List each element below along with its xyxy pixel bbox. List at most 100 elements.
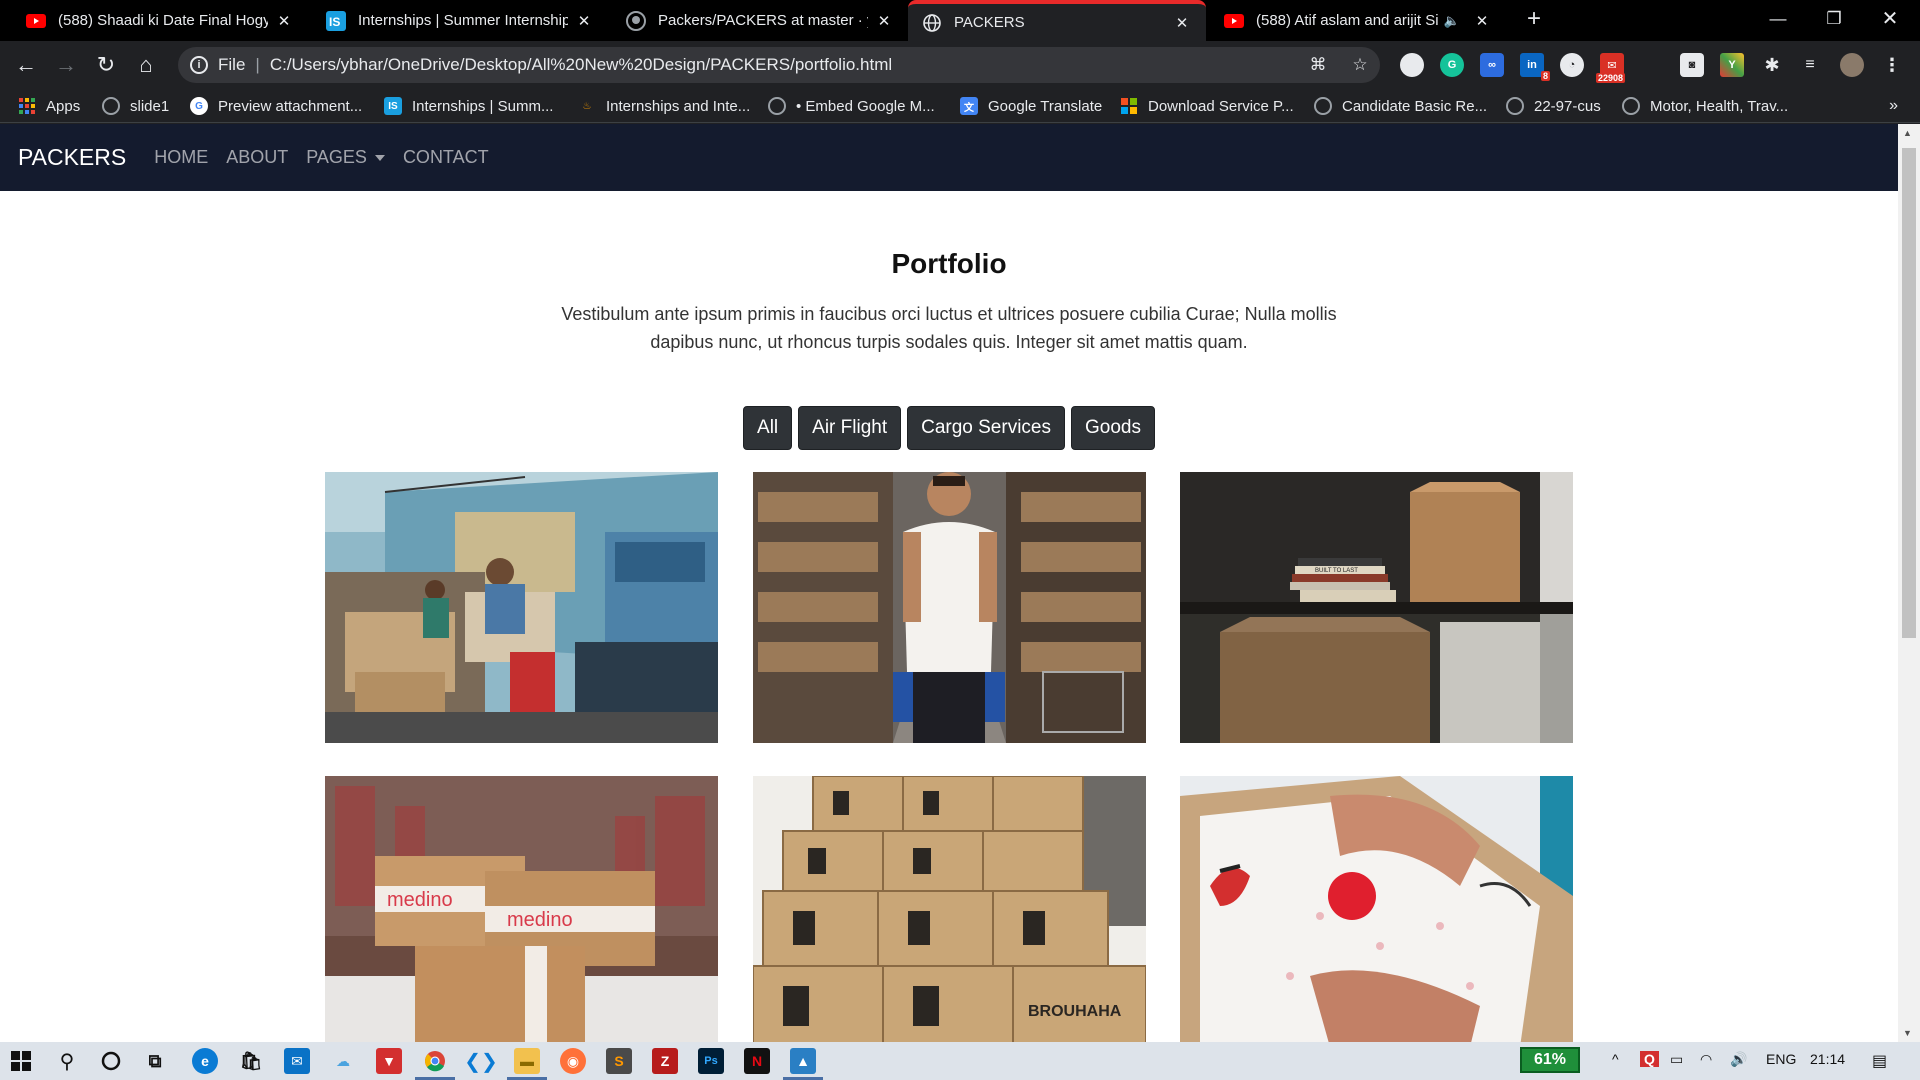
scroll-down-icon[interactable]: ▼ [1903, 1028, 1912, 1038]
mail-icon[interactable]: ✉ 22908 [1596, 53, 1626, 83]
cortana-icon[interactable] [98, 1048, 124, 1074]
site-brand[interactable]: PACKERS [18, 144, 126, 171]
tab-youtube-2[interactable]: (588) Atif aslam and arijit Sin 🔈 ✕ [1210, 0, 1506, 41]
window-close-icon[interactable]: ✕ [1862, 0, 1918, 41]
scrollbar-thumb[interactable] [1902, 148, 1916, 638]
nav-about[interactable]: ABOUT [226, 147, 288, 168]
reload-icon[interactable]: ↻ [92, 51, 120, 79]
grammarly-icon[interactable]: G [1440, 53, 1464, 77]
extension-circle-icon[interactable] [1400, 53, 1424, 77]
bookmark-star-icon[interactable]: ☆ [1350, 55, 1370, 75]
close-icon[interactable]: ✕ [1472, 12, 1492, 30]
battery-indicator[interactable]: 61% [1520, 1047, 1580, 1073]
speed-dial-icon[interactable]: ◔ [1560, 53, 1584, 77]
chevron-up-icon[interactable]: ^ [1612, 1051, 1619, 1067]
extension-link-icon[interactable]: ∞ [1480, 53, 1504, 77]
portfolio-image-boxes-shelf[interactable]: BUILT TO LAST [1180, 472, 1573, 743]
bookmark-slide1[interactable]: slide1 [102, 95, 169, 117]
linkedin-icon[interactable]: in 8 [1520, 53, 1550, 81]
page-scrollbar[interactable]: ▲ ▼ [1898, 124, 1920, 1042]
github-icon [626, 10, 646, 31]
clock-time[interactable]: 21:14 [1810, 1051, 1845, 1067]
portfolio-image-workers-unloading[interactable] [325, 472, 718, 743]
menu-kebab-icon[interactable]: ⋮ [1880, 53, 1904, 77]
netflix-icon[interactable]: N [744, 1048, 770, 1074]
filter-all-button[interactable]: All [743, 406, 793, 450]
close-icon[interactable]: ✕ [574, 12, 594, 30]
filter-cargo-services-button[interactable]: Cargo Services [907, 406, 1065, 450]
filezilla-icon[interactable]: Z [652, 1048, 678, 1074]
bookmark-download-service[interactable]: Download Service P... [1120, 95, 1294, 117]
minimize-icon[interactable]: — [1750, 0, 1806, 41]
instagram-icon[interactable]: ◙ [1680, 53, 1704, 77]
cloud-app-icon[interactable]: ☁ [330, 1048, 356, 1074]
firefox-icon[interactable]: ◉ [560, 1048, 586, 1074]
speaker-icon[interactable]: 🔈 [1444, 13, 1460, 29]
reading-list-icon[interactable]: ≡ [1798, 53, 1822, 77]
close-icon[interactable]: ✕ [874, 12, 894, 30]
address-url[interactable]: C:/Users/ybhar/OneDrive/Desktop/All%20Ne… [270, 55, 892, 75]
nav-home[interactable]: HOME [154, 147, 208, 168]
info-icon[interactable]: i [190, 56, 208, 74]
restore-icon[interactable]: ❐ [1806, 0, 1862, 41]
caret-down-icon [374, 154, 385, 161]
bookmark-apps[interactable]: Apps [18, 95, 80, 117]
bookmark-22-97-cus[interactable]: 22-97-cus [1506, 95, 1601, 117]
store-icon[interactable]: 🛍 [238, 1048, 264, 1074]
chrome-icon[interactable] [422, 1048, 448, 1074]
wifi-icon[interactable]: ◠ [1700, 1051, 1712, 1068]
address-bar[interactable]: i File | C:/Users/ybhar/OneDrive/Desktop… [178, 47, 1380, 83]
photos-icon[interactable]: ▲ [790, 1048, 816, 1074]
bookmark-candidate-basic[interactable]: Candidate Basic Re... [1314, 95, 1487, 117]
scroll-up-icon[interactable]: ▲ [1903, 128, 1912, 138]
bookmark-label: Candidate Basic Re... [1342, 97, 1488, 115]
bookmark-google-translate[interactable]: 文 Google Translate [960, 95, 1102, 117]
bookmark-embed-google-maps[interactable]: • Embed Google M... [768, 95, 935, 117]
tab-youtube-1[interactable]: (588) Shaadi ki Date Final Hogyi ( ✕ [12, 0, 308, 41]
portfolio-image-medino-boxes[interactable]: medino medino [325, 776, 718, 1042]
mail-app-icon[interactable]: ✉ [284, 1048, 310, 1074]
portfolio-image-brouhaha-boxes[interactable]: BROUHAHA [753, 776, 1146, 1042]
app-red-icon[interactable]: ▼ [376, 1048, 402, 1074]
bookmark-label: Motor, Health, Trav... [1650, 97, 1789, 115]
address-separator: | [255, 55, 260, 74]
tab-internshala[interactable]: IS Internships | Summer Internship ✕ [312, 0, 608, 41]
file-explorer-icon[interactable]: ▬ [514, 1048, 540, 1074]
notification-center-icon[interactable]: ▤ [1872, 1051, 1887, 1071]
profile-avatar[interactable] [1840, 53, 1864, 77]
task-view-icon[interactable]: ⧉ [142, 1048, 168, 1074]
filter-goods-button[interactable]: Goods [1071, 406, 1155, 450]
tab-packers-active[interactable]: PACKERS ✕ [908, 0, 1206, 41]
colorful-extension-icon[interactable]: Y [1720, 53, 1744, 77]
volume-icon[interactable]: 🔊 [1730, 1051, 1747, 1068]
bookmark-motor-health[interactable]: Motor, Health, Trav... [1622, 95, 1788, 117]
translate-page-icon[interactable]: ⌘ [1308, 55, 1328, 75]
portfolio-image-warehouse-man[interactable] [753, 472, 1146, 743]
close-icon[interactable]: ✕ [274, 12, 294, 30]
back-arrow-icon[interactable]: ← [12, 51, 40, 79]
battery-icon[interactable]: ▭ [1670, 1051, 1683, 1068]
new-tab-button[interactable]: + [1520, 6, 1548, 34]
more-bookmarks-icon[interactable]: » [1889, 97, 1898, 115]
language-indicator[interactable]: ENG [1766, 1051, 1796, 1067]
photoshop-icon[interactable]: Ps [698, 1048, 724, 1074]
search-icon[interactable]: ⚲ [54, 1048, 80, 1074]
close-icon[interactable]: ✕ [1172, 14, 1192, 32]
filter-air-flight-button[interactable]: Air Flight [798, 406, 902, 450]
bookmark-internships[interactable]: IS Internships | Summ... [384, 95, 553, 117]
bookmark-preview-attachment[interactable]: G Preview attachment... [190, 95, 362, 117]
nav-pages-dropdown[interactable]: PAGES [306, 147, 385, 168]
windows-start-icon[interactable] [8, 1048, 34, 1074]
nav-contact[interactable]: CONTACT [403, 147, 489, 168]
bookmark-label: Preview attachment... [218, 97, 363, 115]
tab-github[interactable]: Packers/PACKERS at master · yas ✕ [612, 0, 908, 41]
tray-app-q-icon[interactable]: Q [1640, 1051, 1659, 1067]
home-icon[interactable]: ⌂ [132, 51, 160, 79]
edge-icon[interactable]: e [192, 1048, 218, 1074]
forward-arrow-icon[interactable]: → [52, 51, 80, 79]
vscode-icon[interactable]: ❮❯ [464, 1048, 498, 1074]
portfolio-image-unboxing[interactable] [1180, 776, 1573, 1042]
sublime-icon[interactable]: S [606, 1048, 632, 1074]
extensions-puzzle-icon[interactable]: ✱ [1760, 53, 1784, 77]
bookmark-internships-and-inte[interactable]: ♨ Internships and Inte... [578, 95, 751, 117]
